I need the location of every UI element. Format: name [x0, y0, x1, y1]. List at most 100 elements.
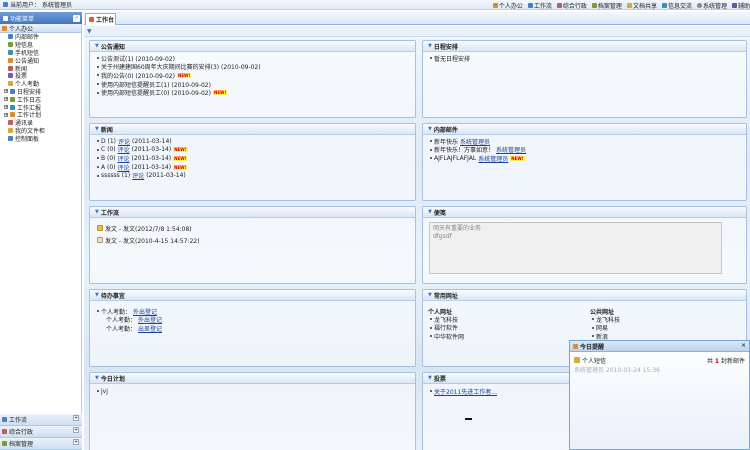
toolbar-item-label: 综合行政 — [562, 2, 587, 10]
panel-header[interactable]: ▼ 待办事宜 — [90, 290, 415, 301]
panel-header[interactable]: ▼ 便笺 — [423, 207, 746, 218]
list-item[interactable]: 个人考勤： 外出登记 — [90, 307, 415, 316]
sidebar-section-label: 个人办公 — [9, 25, 34, 33]
todo-link[interactable]: 出差登记 — [138, 324, 162, 333]
panel-title: 公告通知 — [100, 43, 125, 51]
list-item[interactable]: jvj — [90, 387, 415, 396]
toolbar-item-system[interactable]: 系统管理 — [696, 1, 727, 10]
reminder-row[interactable]: 个人短信 共 1 封新邮件 — [574, 355, 745, 365]
list-item[interactable]: D (1) 评论 (2011-03-14) — [90, 137, 415, 146]
panel-title: 工作流 — [100, 209, 119, 217]
mail-sender-link[interactable]: 系统管理员 — [478, 154, 508, 163]
bullet-icon — [97, 140, 99, 143]
panel-header[interactable]: ▼ 常用网址 — [423, 290, 746, 301]
tab-workbench[interactable]: 工作台 — [85, 13, 116, 25]
list-item[interactable]: 个人考勤： 外出登记 — [90, 316, 415, 324]
list-item[interactable]: 网易 — [585, 324, 745, 332]
sidebar-item-news[interactable]: 新闻 — [0, 64, 81, 73]
toolbar-item-admin[interactable]: 综合行政 — [556, 1, 587, 10]
memo-textarea[interactable]: 明天有重要的业务 dfgsdf — [429, 222, 722, 274]
bullet-icon — [430, 390, 432, 393]
sidebar-item-file-cabinet[interactable]: 我的文件柜 — [0, 127, 81, 135]
archive-icon — [2, 441, 7, 446]
panel-header[interactable]: ▼ 工作流 — [90, 207, 415, 218]
public-links-title: 公共网址 — [590, 308, 615, 316]
workflow-item-text: 发文 - 发文(2012/7/8 1:54:08) — [105, 225, 192, 233]
expand-icon[interactable]: + — [4, 89, 8, 94]
bullet-icon — [97, 91, 99, 94]
toolbar-item-label: 工作流 — [533, 2, 552, 10]
list-item[interactable]: A (0) 评论 (2011-03-14) NEW! — [90, 163, 415, 172]
panel-title: 常用网址 — [433, 292, 458, 300]
list-item[interactable]: 我的公告(0) (2010-09-02) NEW! — [90, 71, 415, 80]
panel-title: 便笺 — [433, 209, 446, 217]
list-item[interactable]: ssssss (1) 评论 (2011-03-14) — [90, 171, 415, 180]
sidebar-section-workflow[interactable]: 工作流 + — [0, 414, 82, 426]
panel-header[interactable]: ▼ 新闻 — [90, 124, 415, 135]
tab-label: 工作台 — [96, 17, 115, 24]
sidebar-section-admin[interactable]: 综合行政 + — [0, 426, 82, 438]
list-item-text: 使用内部短信提醒员工(0) (2010-09-02) — [101, 90, 211, 98]
list-item[interactable]: C (0) 评论 (2011-03-14) NEW! — [90, 146, 415, 154]
list-item[interactable]: 关于州建建国60周年大庆期间比赛的安排(3) (2010-09-02) — [90, 63, 415, 71]
clock-icon — [8, 81, 13, 87]
list-item[interactable]: 个人考勤： 出差登记 — [90, 324, 415, 333]
link-item[interactable]: 中华软件网 — [434, 332, 464, 341]
collapse-sidebar-button[interactable]: « — [73, 14, 80, 22]
expand-icon[interactable]: + — [73, 415, 79, 421]
list-item[interactable]: 发文 - 发文(2012/7/8 1:54:08) — [90, 222, 415, 234]
sidebar-item-control-panel[interactable]: 控制面板 — [0, 134, 81, 143]
list-item[interactable]: 使用内部短信提醒员工(0) (2010-09-02) NEW! — [90, 88, 415, 97]
toolbar-item-assist[interactable]: 辅助 — [731, 1, 750, 10]
news-icon — [8, 65, 13, 71]
sidebar-item-mobile-sms[interactable]: 手机短信 — [0, 49, 81, 57]
list-item[interactable]: 新年快乐 系统管理员 — [423, 137, 746, 146]
panel-header[interactable]: ▼ 公告通知 — [90, 41, 415, 52]
panel-title: 日程安排 — [433, 43, 458, 51]
list-item[interactable]: B (0) 评论 (2011-03-14) NEW! — [90, 154, 415, 163]
reminder-count-number: 1 — [714, 357, 720, 365]
vote-link[interactable]: 关于2011先进工作者... — [434, 387, 497, 396]
bullet-icon — [430, 157, 432, 160]
list-item[interactable]: 新年快乐！万事如意！ 系统管理员 — [423, 146, 746, 154]
panel-header[interactable]: ▼ 内部邮件 — [423, 124, 746, 135]
list-item[interactable]: AJFLAJFLAFJAL 系统管理员 NEW! — [423, 154, 746, 163]
sidebar-bottom-sections: 工作流 + 综合行政 + 档案管理 + — [0, 414, 82, 450]
toolbar-item-workflow[interactable]: 工作流 — [527, 1, 552, 10]
expand-icon[interactable]: + — [4, 105, 8, 110]
toolbar-item-info-exchange[interactable]: 信息交流 — [661, 1, 692, 10]
close-icon[interactable]: × — [741, 342, 746, 349]
expand-icon[interactable]: + — [73, 439, 79, 445]
toolbar-item-personal-office[interactable]: 个人办公 — [492, 1, 523, 10]
sidebar-item-announcements[interactable]: 公告通知 — [0, 56, 81, 65]
list-item[interactable]: 公告测试(1) (2010-09-02) — [90, 54, 415, 63]
sidebar-section-personal-office[interactable]: 个人办公 — [0, 24, 81, 33]
list-item[interactable]: 中华软件网 — [423, 332, 585, 341]
sidebar-item-short-message[interactable]: 短信息 — [0, 41, 81, 49]
list-item[interactable]: 龙飞科技 — [423, 315, 585, 324]
panel-header[interactable]: ▼ 日程安排 — [423, 41, 746, 52]
list-item[interactable]: 福行软件 — [423, 324, 585, 332]
comment-link[interactable]: 评论 — [118, 163, 130, 172]
list-item[interactable]: 龙飞科技 — [585, 315, 745, 324]
toolbar-item-archive[interactable]: 档案管理 — [591, 1, 622, 10]
report-icon — [10, 104, 15, 110]
expand-icon[interactable]: + — [73, 427, 79, 433]
list-item: 暂无日程安排 — [423, 54, 746, 63]
notice-icon — [8, 57, 13, 63]
expand-icon[interactable]: + — [4, 97, 8, 102]
workflow-item-text: 发文 - 发文(2010-4-15 14:57:22) — [105, 237, 200, 245]
chevron-down-icon[interactable]: ▼ — [87, 28, 92, 35]
sidebar-item-work-plan[interactable]: + 工作计划 — [0, 111, 81, 119]
sidebar-item-vote[interactable]: 投票 — [0, 72, 81, 80]
sidebar-section-archive[interactable]: 档案管理 + — [0, 438, 82, 450]
panel-header[interactable]: ▼ 今日计划 — [90, 373, 415, 384]
toolbar-item-doc-share[interactable]: 文档共享 — [626, 1, 657, 10]
list-item[interactable]: 发文 - 发文(2010-4-15 14:57:22) — [90, 234, 415, 246]
sidebar-item-internal-mail[interactable]: 内部邮件 — [0, 33, 81, 41]
expand-icon[interactable]: + — [4, 112, 8, 117]
comment-link[interactable]: 评论 — [132, 171, 144, 180]
todo-category: 个人考勤： — [106, 325, 137, 333]
list-item[interactable]: 使用内部短信提醒员工(1) (2010-09-02) — [90, 80, 415, 89]
home-icon — [89, 17, 94, 22]
